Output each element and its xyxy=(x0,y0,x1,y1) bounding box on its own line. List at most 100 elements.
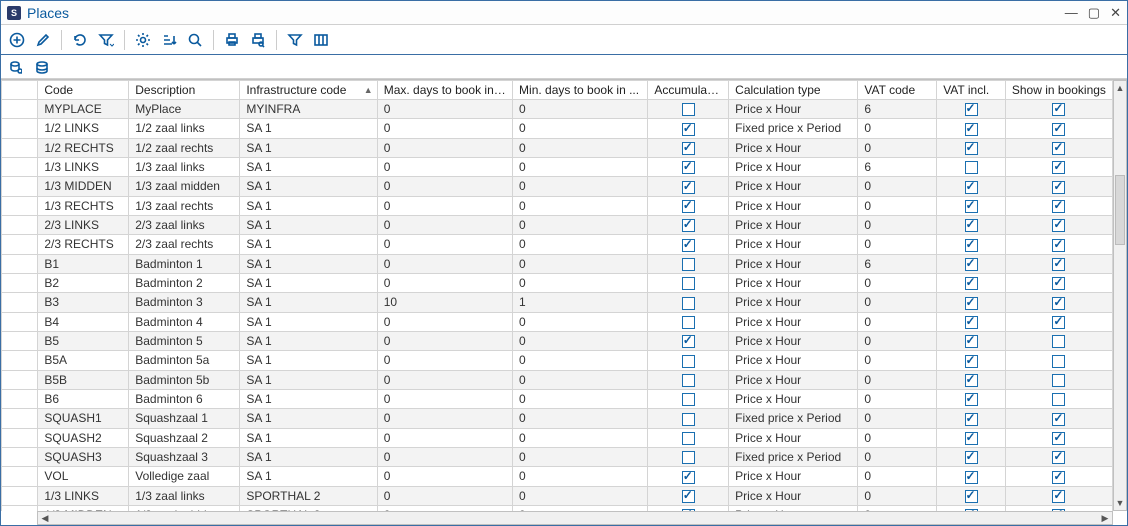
cell-accumulate[interactable] xyxy=(648,409,729,428)
row-handle[interactable] xyxy=(2,312,38,331)
cell-show[interactable] xyxy=(1005,254,1112,273)
checkbox[interactable] xyxy=(682,471,695,484)
col-vat-code[interactable]: VAT code xyxy=(858,81,937,100)
col-calc-type[interactable]: Calculation type xyxy=(729,81,858,100)
table-row[interactable]: 1/3 MIDDEN1/3 zaal middenSA 100Price x H… xyxy=(2,177,1113,196)
table-row[interactable]: B6Badminton 6SA 100Price x Hour0 xyxy=(2,389,1113,408)
checkbox[interactable] xyxy=(1052,219,1065,232)
cell-accumulate[interactable] xyxy=(648,100,729,119)
cell-vat-incl[interactable] xyxy=(937,293,1006,312)
checkbox[interactable] xyxy=(1052,335,1065,348)
maximize-button[interactable]: ▢ xyxy=(1088,5,1100,21)
cell-calc-type[interactable]: Price x Hour xyxy=(729,254,858,273)
cell-code[interactable]: 1/3 LINKS xyxy=(38,157,129,176)
row-handle[interactable] xyxy=(2,428,38,447)
table-row[interactable]: MYPLACEMyPlaceMYINFRA00Price x Hour6 xyxy=(2,100,1113,119)
table-row[interactable]: 1/2 RECHTS1/2 zaal rechtsSA 100Price x H… xyxy=(2,138,1113,157)
cell-show[interactable] xyxy=(1005,370,1112,389)
cell-calc-type[interactable]: Price x Hour xyxy=(729,312,858,331)
cell-vat-incl[interactable] xyxy=(937,177,1006,196)
cell-description[interactable]: Badminton 5b xyxy=(129,370,240,389)
table-row[interactable]: B3Badminton 3SA 1101Price x Hour0 xyxy=(2,293,1113,312)
search-button[interactable] xyxy=(183,28,207,52)
cell-vat-incl[interactable] xyxy=(937,157,1006,176)
cell-infra[interactable]: SPORTHAL 2 xyxy=(240,486,377,505)
cell-accumulate[interactable] xyxy=(648,351,729,370)
table-row[interactable]: B5Badminton 5SA 100Price x Hour0 xyxy=(2,331,1113,350)
cell-min-days[interactable]: 0 xyxy=(513,235,648,254)
cell-vat-incl[interactable] xyxy=(937,389,1006,408)
cell-min-days[interactable]: 0 xyxy=(513,389,648,408)
cell-min-days[interactable]: 0 xyxy=(513,254,648,273)
cell-max-days[interactable]: 0 xyxy=(377,389,512,408)
cell-min-days[interactable]: 0 xyxy=(513,196,648,215)
cell-min-days[interactable]: 0 xyxy=(513,409,648,428)
cell-accumulate[interactable] xyxy=(648,467,729,486)
row-handle[interactable] xyxy=(2,157,38,176)
cell-min-days[interactable]: 0 xyxy=(513,312,648,331)
checkbox[interactable] xyxy=(1052,451,1065,464)
cell-code[interactable]: 1/3 MIDDEN xyxy=(38,177,129,196)
cell-infra[interactable]: SA 1 xyxy=(240,409,377,428)
cell-calc-type[interactable]: Fixed price x Period xyxy=(729,119,858,138)
checkbox[interactable] xyxy=(965,413,978,426)
table-row[interactable]: B2Badminton 2SA 100Price x Hour0 xyxy=(2,273,1113,292)
checkbox[interactable] xyxy=(682,200,695,213)
cell-calc-type[interactable]: Price x Hour xyxy=(729,157,858,176)
cell-calc-type[interactable]: Price x Hour xyxy=(729,235,858,254)
cell-description[interactable]: 1/3 zaal links xyxy=(129,486,240,505)
cell-vat-code[interactable]: 0 xyxy=(858,409,937,428)
scroll-up-icon[interactable]: ▲ xyxy=(1114,81,1126,95)
refresh-button[interactable] xyxy=(68,28,92,52)
cell-description[interactable]: Squashzaal 1 xyxy=(129,409,240,428)
cell-infra[interactable]: SA 1 xyxy=(240,467,377,486)
cell-min-days[interactable]: 0 xyxy=(513,467,648,486)
cell-min-days[interactable]: 1 xyxy=(513,293,648,312)
cell-vat-code[interactable]: 0 xyxy=(858,196,937,215)
row-handle[interactable] xyxy=(2,119,38,138)
checkbox[interactable] xyxy=(682,490,695,503)
cell-show[interactable] xyxy=(1005,409,1112,428)
cell-accumulate[interactable] xyxy=(648,428,729,447)
cell-vat-incl[interactable] xyxy=(937,100,1006,119)
cell-accumulate[interactable] xyxy=(648,215,729,234)
row-handle[interactable] xyxy=(2,196,38,215)
cell-show[interactable] xyxy=(1005,389,1112,408)
cell-calc-type[interactable]: Price x Hour xyxy=(729,293,858,312)
checkbox[interactable] xyxy=(682,432,695,445)
checkbox[interactable] xyxy=(1052,103,1065,116)
cell-description[interactable]: 2/3 zaal links xyxy=(129,215,240,234)
cell-accumulate[interactable] xyxy=(648,486,729,505)
cell-min-days[interactable]: 0 xyxy=(513,447,648,466)
checkbox[interactable] xyxy=(965,200,978,213)
cell-calc-type[interactable]: Price x Hour xyxy=(729,486,858,505)
cell-accumulate[interactable] xyxy=(648,370,729,389)
cell-max-days[interactable]: 0 xyxy=(377,312,512,331)
cell-vat-code[interactable]: 0 xyxy=(858,119,937,138)
checkbox[interactable] xyxy=(1052,316,1065,329)
db-button[interactable] xyxy=(31,57,51,77)
cell-accumulate[interactable] xyxy=(648,138,729,157)
cell-vat-incl[interactable] xyxy=(937,467,1006,486)
checkbox[interactable] xyxy=(965,181,978,194)
cell-vat-incl[interactable] xyxy=(937,215,1006,234)
row-handle[interactable] xyxy=(2,138,38,157)
cell-infra[interactable]: SA 1 xyxy=(240,138,377,157)
checkbox[interactable] xyxy=(1052,161,1065,174)
table-row[interactable]: SQUASH3Squashzaal 3SA 100Fixed price x P… xyxy=(2,447,1113,466)
vscroll-track[interactable] xyxy=(1114,95,1126,496)
cell-show[interactable] xyxy=(1005,100,1112,119)
checkbox[interactable] xyxy=(682,413,695,426)
col-max-days[interactable]: Max. days to book in ... xyxy=(377,81,512,100)
cell-max-days[interactable]: 0 xyxy=(377,254,512,273)
table-row[interactable]: B1Badminton 1SA 100Price x Hour6 xyxy=(2,254,1113,273)
cell-show[interactable] xyxy=(1005,215,1112,234)
cell-description[interactable]: 1/3 zaal links xyxy=(129,157,240,176)
cell-min-days[interactable]: 0 xyxy=(513,157,648,176)
cell-code[interactable]: 1/3 LINKS xyxy=(38,486,129,505)
cell-vat-incl[interactable] xyxy=(937,254,1006,273)
col-code[interactable]: Code xyxy=(38,81,129,100)
checkbox[interactable] xyxy=(965,161,978,174)
cell-vat-code[interactable]: 0 xyxy=(858,235,937,254)
table-row[interactable]: SQUASH2Squashzaal 2SA 100Price x Hour0 xyxy=(2,428,1113,447)
